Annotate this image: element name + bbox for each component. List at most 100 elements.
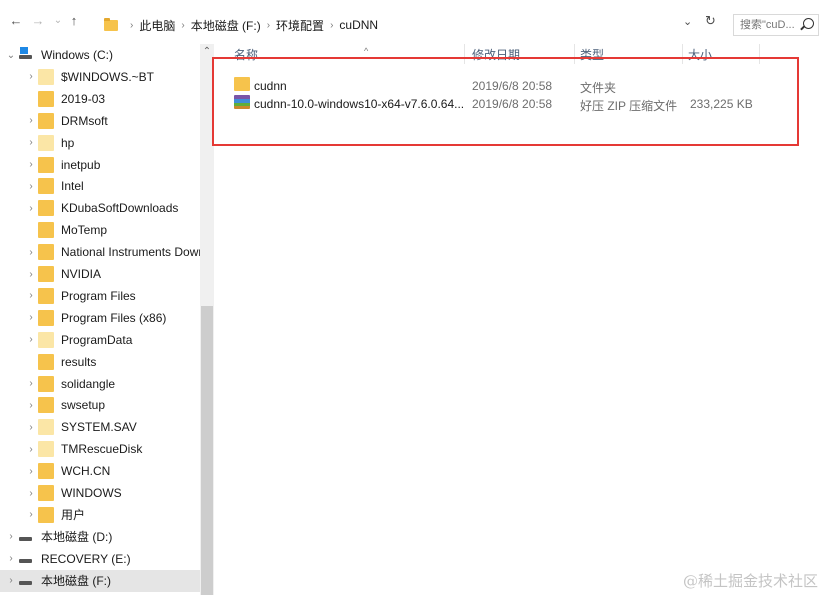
nav-item[interactable]: › NVIDIA	[0, 263, 200, 285]
nav-item[interactable]: 2019-03	[0, 88, 200, 110]
chevron-right-icon[interactable]: ›	[24, 159, 38, 170]
folder-pale-icon	[38, 331, 54, 348]
nav-item[interactable]: › DRMsoft	[0, 110, 200, 132]
chevron-right-icon[interactable]: ›	[4, 575, 18, 586]
folder-pale-icon	[38, 134, 54, 151]
nav-item[interactable]: › ProgramData	[0, 329, 200, 351]
breadcrumb-this-pc[interactable]: 此电脑	[139, 17, 175, 34]
chevron-right-icon[interactable]: ›	[24, 334, 38, 345]
column-header-name[interactable]: 名称 ^	[234, 46, 368, 66]
nav-item-label: solidangle	[61, 376, 116, 391]
column-divider[interactable]	[682, 44, 683, 64]
chevron-right-icon[interactable]: ›	[24, 488, 38, 499]
breadcrumb-cudnn[interactable]: cuDNN	[339, 18, 378, 32]
folder-pale-icon	[38, 441, 54, 458]
folder-icon	[38, 90, 54, 107]
breadcrumb-env-config[interactable]: 环境配置	[276, 17, 324, 34]
chevron-right-icon[interactable]: ›	[24, 444, 38, 455]
breadcrumb-drive-f[interactable]: 本地磁盘 (F:)	[191, 17, 261, 34]
back-arrow-icon[interactable]: ←	[8, 12, 24, 30]
nav-item[interactable]: › WINDOWS	[0, 482, 200, 504]
folder-icon	[38, 375, 54, 392]
breadcrumb-separator[interactable]: ›	[130, 20, 133, 31]
search-input[interactable]	[740, 19, 802, 31]
chevron-right-icon[interactable]: ›	[24, 466, 38, 477]
nav-item-label: inetpub	[61, 157, 101, 172]
folder-icon	[38, 309, 54, 326]
nav-item[interactable]: › solidangle	[0, 373, 200, 395]
scroll-up-arrow-icon[interactable]: ⌃	[200, 46, 214, 57]
chevron-right-icon[interactable]: ›	[24, 400, 38, 411]
nav-scrollbar[interactable]: ⌃	[200, 44, 214, 595]
up-arrow-icon[interactable]: ↑	[66, 12, 82, 30]
folder-icon	[38, 222, 54, 239]
nav-item[interactable]: › hp	[0, 132, 200, 154]
chevron-right-icon[interactable]: ›	[24, 137, 38, 148]
column-header-date[interactable]: 修改日期	[472, 46, 520, 66]
breadcrumb-separator[interactable]: ›	[181, 20, 184, 31]
breadcrumb-separator[interactable]: ›	[330, 20, 333, 31]
column-divider[interactable]	[759, 44, 760, 64]
scrollbar-thumb[interactable]	[201, 306, 213, 595]
nav-item[interactable]: › Intel	[0, 175, 200, 197]
chevron-down-icon[interactable]: ⌄	[4, 50, 18, 61]
nav-item-label: National Instruments Dowr	[61, 245, 203, 260]
nav-item[interactable]: › WCH.CN	[0, 460, 200, 482]
refresh-icon[interactable]: ↻	[705, 13, 716, 29]
nav-item[interactable]: › 本地磁盘 (D:)	[0, 526, 200, 548]
chevron-right-icon[interactable]: ›	[24, 290, 38, 301]
column-divider[interactable]	[464, 44, 465, 64]
file-name: cudnn	[254, 79, 287, 93]
nav-item[interactable]: › Program Files (x86)	[0, 307, 200, 329]
recent-locations-icon[interactable]: ⌄	[50, 12, 66, 30]
chevron-right-icon[interactable]: ›	[24, 247, 38, 258]
chevron-right-icon[interactable]: ›	[24, 181, 38, 192]
nav-item[interactable]: › KDubaSoftDownloads	[0, 197, 200, 219]
file-date: 2019/6/8 20:58	[472, 79, 553, 93]
forward-arrow-icon[interactable]: →	[30, 12, 46, 30]
navigation-pane: ⌄ Windows (C:) › $WINDOWS.~BT 2019-03 › DRMsof…	[0, 44, 214, 595]
column-divider[interactable]	[574, 44, 575, 64]
search-box[interactable]	[733, 14, 819, 36]
chevron-right-icon[interactable]: ›	[24, 71, 38, 82]
nav-item[interactable]: › swsetup	[0, 394, 200, 416]
nav-item[interactable]: › SYSTEM.SAV	[0, 416, 200, 438]
nav-item[interactable]: › TMRescueDisk	[0, 438, 200, 460]
chevron-right-icon[interactable]: ›	[4, 531, 18, 542]
folder-icon	[104, 17, 118, 31]
nav-item[interactable]: ⌄ Windows (C:)	[0, 44, 200, 66]
nav-item[interactable]: › $WINDOWS.~BT	[0, 66, 200, 88]
column-header-type[interactable]: 类型	[580, 46, 604, 66]
nav-item[interactable]: MoTemp	[0, 219, 200, 241]
column-header-size[interactable]: 大小	[688, 46, 712, 66]
nav-item[interactable]: › National Instruments Dowr	[0, 241, 203, 263]
nav-item[interactable]: results	[0, 351, 200, 373]
nav-item[interactable]: › 用户	[0, 504, 200, 526]
search-icon[interactable]	[803, 18, 814, 29]
file-name: cudnn-10.0-windows10-x64-v7.6.0.64....	[254, 97, 464, 111]
file-type: 好压 ZIP 压缩文件	[580, 99, 678, 113]
nav-item[interactable]: › 本地磁盘 (F:)	[0, 569, 200, 592]
chevron-down-icon[interactable]: ⌄	[683, 15, 692, 28]
drive-icon	[18, 555, 34, 563]
nav-item-label: DRMsoft	[61, 113, 108, 128]
nav-item[interactable]: › Program Files	[0, 285, 200, 307]
chevron-right-icon[interactable]: ›	[24, 312, 38, 323]
nav-item-label: WINDOWS	[61, 486, 122, 500]
chevron-right-icon[interactable]: ›	[24, 115, 38, 126]
nav-item[interactable]: › inetpub	[0, 154, 200, 176]
chevron-right-icon[interactable]: ›	[24, 378, 38, 389]
breadcrumb-separator[interactable]: ›	[267, 20, 270, 31]
folder-icon	[38, 200, 54, 217]
file-row[interactable]: cudnn 2019/6/8 20:58 文件夹	[230, 76, 770, 96]
chevron-right-icon[interactable]: ›	[24, 422, 38, 433]
chevron-right-icon[interactable]: ›	[24, 269, 38, 280]
chevron-right-icon[interactable]: ›	[24, 203, 38, 214]
nav-item-label: KDubaSoftDownloads	[61, 201, 179, 216]
chevron-right-icon[interactable]: ›	[4, 553, 18, 564]
chevron-right-icon[interactable]: ›	[24, 509, 38, 520]
breadcrumb[interactable]: › 此电脑 › 本地磁盘 (F:) › 环境配置 › cuDNN	[104, 15, 378, 35]
drive-icon	[18, 577, 34, 585]
file-row[interactable]: cudnn-10.0-windows10-x64-v7.6.0.64.... 2…	[230, 94, 770, 114]
nav-item[interactable]: › RECOVERY (E:)	[0, 548, 200, 570]
